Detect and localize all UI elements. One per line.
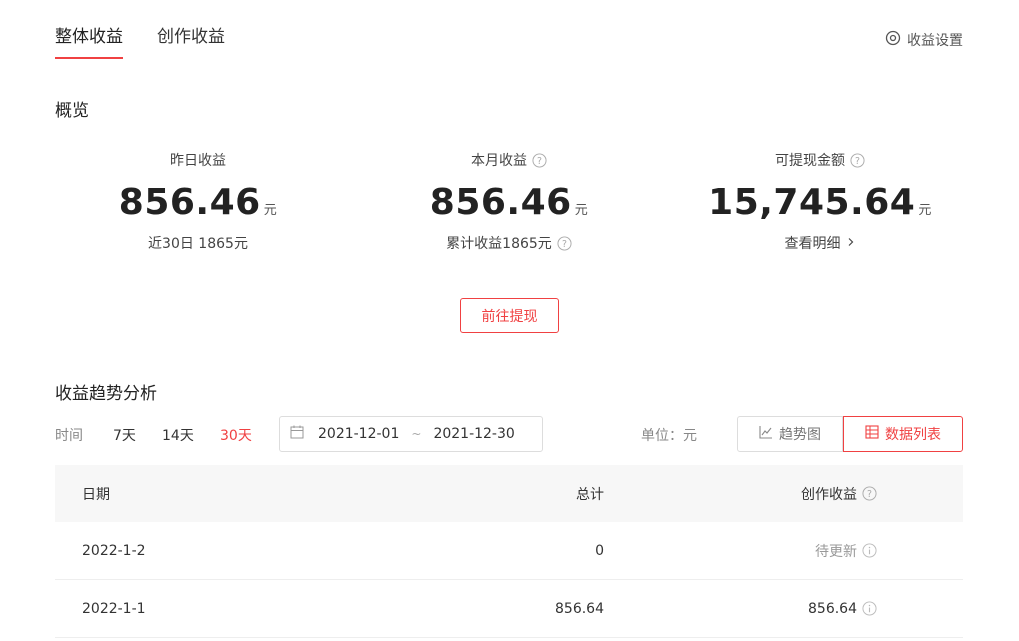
table-header: 日期 总计 创作收益 ? [55,465,963,522]
stat-value: 856.46 [118,182,261,223]
cell-total: 0 [595,542,604,559]
cell-creation-value: 856.64 [808,600,857,617]
range-14-days[interactable]: 14天 [162,425,194,445]
tab-bar: 整体收益 创作收益 [55,22,225,59]
trend-chart-button[interactable]: 趋势图 [737,416,843,452]
svg-text:?: ? [867,489,872,500]
chevron-right-icon [846,235,856,251]
view-toggle: 趋势图 数据列表 [737,416,963,452]
stat-sub: 近30日 1865元 [148,236,248,252]
line-chart-icon [759,425,773,443]
trend-chart-label: 趋势图 [779,427,821,443]
info-icon[interactable] [862,543,877,558]
tab-creation-earnings[interactable]: 创作收益 [157,22,225,57]
svg-text:?: ? [562,238,567,249]
help-icon[interactable]: ? [532,152,547,168]
cell-creation-value: 待更新 [815,543,857,560]
col-total: 总计 [576,486,604,503]
range-7-days[interactable]: 7天 [113,425,136,445]
trend-filters: 时间 7天 14天 30天 2021-12-01 ~ 2021-12-30 单位… [55,416,963,452]
stat-unit: 元 [263,203,278,218]
cell-date: 2022-1-1 [82,600,146,617]
table-row: 2022-1-2 0 待更新 [55,522,963,580]
withdraw-button[interactable]: 前往提现 [460,298,559,333]
tab-overall-earnings[interactable]: 整体收益 [55,22,123,59]
stat-label: 本月收益 [471,153,527,169]
help-icon[interactable]: ? [850,152,865,168]
cell-date: 2022-1-2 [82,542,146,559]
col-creation: 创作收益 ? [604,484,963,504]
table-row: 2022-1-1 856.64 856.64 [55,580,963,638]
settings-icon [885,30,901,50]
date-end[interactable]: 2021-12-30 [433,426,514,442]
stat-yesterday: 昨日收益 856.46 元 近30日 1865元 [48,150,348,253]
info-icon[interactable] [862,601,877,616]
trend-title: 收益趋势分析 [55,384,157,404]
cell-total: 856.64 [555,600,604,617]
stat-label: 可提现金额 [775,153,845,169]
view-details-label[interactable]: 查看明细 [785,233,841,253]
date-separator: ~ [411,427,422,441]
stat-unit: 元 [918,203,932,218]
svg-text:?: ? [855,155,860,166]
settings-label: 收益设置 [907,33,963,49]
stat-value: 856.46 [429,182,572,223]
time-label: 时间 [55,428,83,444]
help-icon[interactable]: ? [557,235,572,251]
col-creation-label: 创作收益 [801,486,857,503]
svg-text:?: ? [537,155,542,166]
data-list-label: 数据列表 [885,427,941,443]
earnings-settings-link[interactable]: 收益设置 [885,30,963,50]
range-30-days[interactable]: 30天 [220,425,252,445]
date-range-picker[interactable]: 2021-12-01 ~ 2021-12-30 [279,416,543,452]
overview-title: 概览 [55,101,89,121]
date-start[interactable]: 2021-12-01 [318,426,399,442]
cell-creation: 856.64 [604,601,963,617]
stat-value: 15,745.64 [708,182,916,223]
calendar-icon [290,425,318,443]
stat-withdrawable: 可提现金额 ? 15,745.64 元 查看明细 [670,150,970,253]
stat-label: 昨日收益 [170,153,226,169]
table-icon [865,425,879,443]
help-icon[interactable]: ? [862,486,877,501]
data-list-button[interactable]: 数据列表 [843,416,963,452]
earnings-table: 日期 总计 创作收益 ? 2022-1-2 0 待更新 2022-1-1 856… [55,465,963,638]
view-details-link[interactable]: 查看明细 [670,233,970,253]
cell-creation: 待更新 [604,541,963,561]
stat-sub: 累计收益1865元 [446,236,552,252]
stat-month: 本月收益 ? 856.46 元 累计收益1865元 ? [359,150,659,253]
col-date: 日期 [82,486,110,503]
stat-unit: 元 [574,203,589,218]
unit-label: 单位：元 [641,428,697,444]
